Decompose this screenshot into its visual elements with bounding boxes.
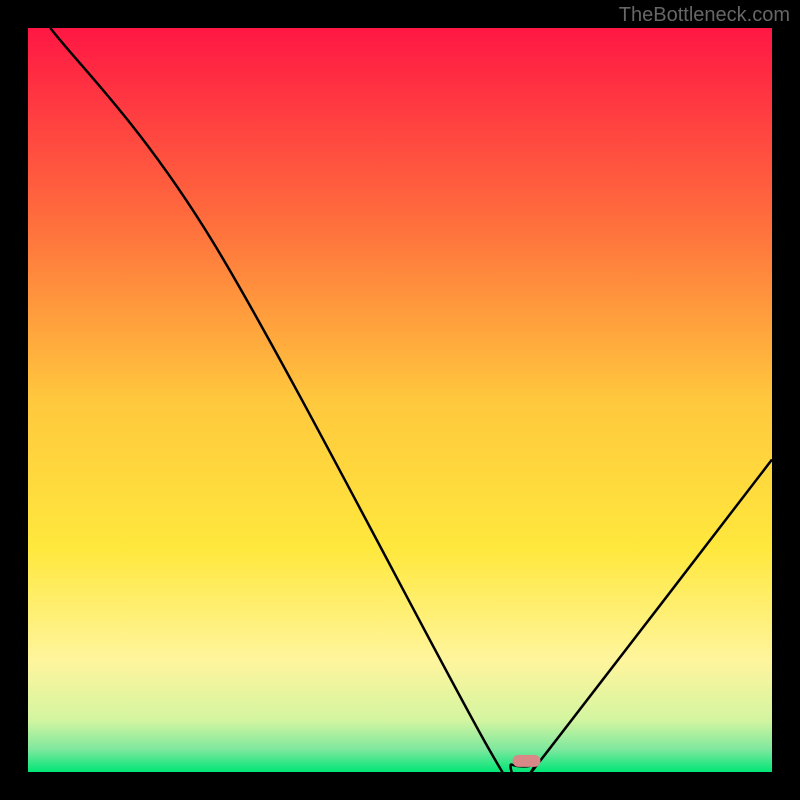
bottleneck-chart: TheBottleneck.com — [0, 0, 800, 800]
watermark-text: TheBottleneck.com — [619, 4, 790, 27]
optimal-marker — [512, 755, 540, 767]
chart-svg — [0, 0, 800, 800]
